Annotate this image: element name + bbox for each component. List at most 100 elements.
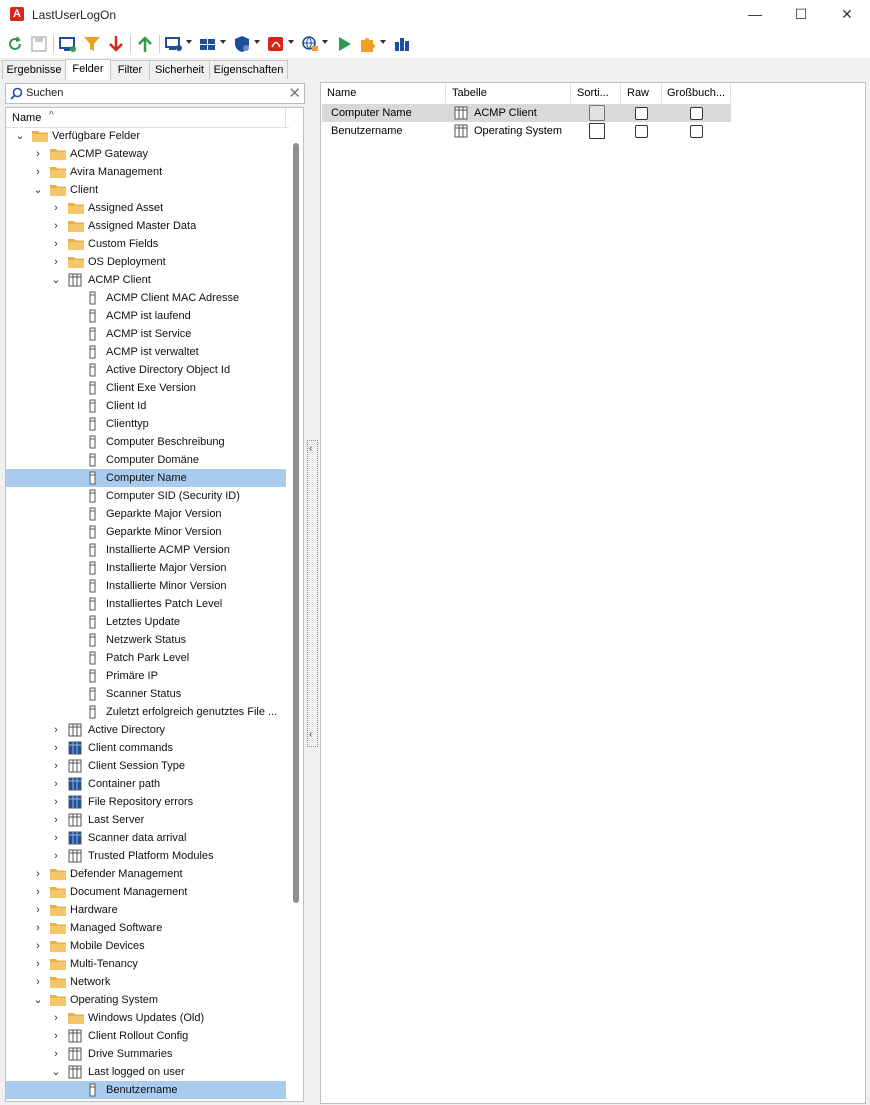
chevron-down-icon[interactable]: ⌄ [50,271,62,289]
sort-checkbox[interactable] [589,105,605,121]
uppercase-checkbox[interactable] [690,125,703,138]
tree-item[interactable]: Computer Beschreibung [6,433,286,451]
column-header-sortierung[interactable]: Sorti... [577,83,609,103]
tree-item[interactable]: ACMP Client MAC Adresse [6,289,286,307]
tree-item[interactable]: › ACMP Gateway [6,145,286,163]
tree-item[interactable]: › Last Server [6,811,286,829]
tree-item[interactable]: › File Repository errors [6,793,286,811]
tree-item[interactable]: ⌄ Client [6,181,286,199]
chevron-right-icon[interactable]: › [32,145,44,163]
filter-icon[interactable] [82,34,102,54]
chevron-right-icon[interactable]: › [32,919,44,937]
tree-item[interactable]: › OS Deployment [6,253,286,271]
tree-item[interactable]: Installierte ACMP Version [6,541,286,559]
chevron-right-icon[interactable]: › [50,1009,62,1027]
tree-item[interactable]: Installierte Minor Version [6,577,286,595]
tree-item[interactable]: › Windows Updates (Old) [6,1009,286,1027]
tree-item[interactable]: Installiertes Patch Level [6,595,286,613]
maximize-button[interactable]: ☐ [778,0,824,30]
tree-item[interactable]: ⌄ Last logged on user [6,1063,286,1081]
chevron-right-icon[interactable]: › [32,883,44,901]
tree-item[interactable]: Computer Name [6,469,286,487]
collapse-left-icon[interactable]: ‹ [309,443,312,454]
tree-item[interactable]: › Active Directory [6,721,286,739]
tree-item[interactable]: › Client Rollout Config [6,1027,286,1045]
tree-item[interactable]: Computer Domäne [6,451,286,469]
shield-icon[interactable] [232,34,252,54]
chevron-right-icon[interactable]: › [32,955,44,973]
tree-item[interactable]: Zuletzt erfolgreich genutztes File ... [6,703,286,721]
tree-column-header[interactable]: Name ^ [6,108,303,128]
tree-item[interactable]: › Assigned Asset [6,199,286,217]
chevron-right-icon[interactable]: › [50,1027,62,1045]
dropdown-arrow-icon[interactable] [220,40,226,44]
tree-item[interactable]: › Avira Management [6,163,286,181]
raw-checkbox[interactable] [635,107,648,120]
dropdown-arrow-icon[interactable] [254,40,260,44]
clear-search-icon[interactable]: ✕ [288,86,301,101]
tree-scrollbar-thumb[interactable] [293,143,299,903]
chevron-right-icon[interactable]: › [32,901,44,919]
column-header-raw[interactable]: Raw [627,83,649,103]
uppercase-checkbox[interactable] [690,107,703,120]
dropdown-arrow-icon[interactable] [380,40,386,44]
acrobat-icon[interactable] [266,34,286,54]
column-header-grossbuchstaben[interactable]: Großbuch... [667,83,725,103]
tree-item[interactable]: Clienttyp [6,415,286,433]
tree-item[interactable]: › Client Session Type [6,757,286,775]
chevron-right-icon[interactable]: › [50,793,62,811]
tree-item[interactable]: Letztes Update [6,613,286,631]
chevron-right-icon[interactable]: › [32,865,44,883]
tree-item[interactable]: Client Exe Version [6,379,286,397]
tree-item[interactable]: › Managed Software [6,919,286,937]
tree-item[interactable]: › Client commands [6,739,286,757]
tree-item[interactable]: › Mobile Devices [6,937,286,955]
tab-eigenschaften[interactable]: Eigenschaften [209,60,288,79]
chevron-right-icon[interactable]: › [50,217,62,235]
panel-splitter[interactable]: ‹ ‹ [307,440,318,747]
tree-item[interactable]: ACMP ist laufend [6,307,286,325]
tree-item[interactable]: › Network [6,973,286,991]
display-settings-icon[interactable] [164,34,184,54]
sort-checkbox[interactable] [589,123,605,139]
chevron-right-icon[interactable]: › [50,739,62,757]
close-button[interactable]: ✕ [824,0,870,30]
tree-item[interactable]: ACMP ist verwaltet [6,343,286,361]
minimize-button[interactable]: — [732,0,778,30]
arrow-down-icon[interactable] [106,34,126,54]
chevron-down-icon[interactable]: ⌄ [14,127,26,145]
tree-item[interactable]: › Container path [6,775,286,793]
tree-item[interactable]: › Assigned Master Data [6,217,286,235]
tree-item[interactable]: › Custom Fields [6,235,286,253]
tree-item[interactable]: › Multi-Tenancy [6,955,286,973]
column-header-name[interactable]: Name [327,83,356,103]
tree-item[interactable]: ⌄ Verfügbare Felder [6,127,286,145]
tab-felder[interactable]: Felder [65,59,111,80]
chevron-right-icon[interactable]: › [50,253,62,271]
globe-icon[interactable] [300,34,320,54]
tree-item[interactable]: Netzwerk Status [6,631,286,649]
tree-item[interactable]: Client Id [6,397,286,415]
chevron-right-icon[interactable]: › [32,937,44,955]
tree-item[interactable]: ⌄ ACMP Client [6,271,286,289]
raw-checkbox[interactable] [635,125,648,138]
arrow-up-icon[interactable] [135,34,155,54]
tree-item[interactable]: ACMP ist Service [6,325,286,343]
dropdown-arrow-icon[interactable] [288,40,294,44]
tree-item[interactable]: › Trusted Platform Modules [6,847,286,865]
grid-row[interactable]: Benutzername Operating System [322,122,731,140]
grid-row[interactable]: Computer Name ACMP Client [322,104,731,122]
dropdown-arrow-icon[interactable] [322,40,328,44]
tree-item[interactable]: Benutzername [6,1081,286,1099]
monitor-icon[interactable] [58,34,78,54]
tree-item[interactable]: › Drive Summaries [6,1045,286,1063]
tree-item[interactable]: Scanner Status [6,685,286,703]
puzzle-icon[interactable] [358,34,378,54]
chevron-right-icon[interactable]: › [50,235,62,253]
tree-item[interactable]: Installierte Major Version [6,559,286,577]
tree-item[interactable]: Computer SID (Security ID) [6,487,286,505]
grid-icon[interactable] [198,34,218,54]
chevron-right-icon[interactable]: › [32,973,44,991]
column-header-tabelle[interactable]: Tabelle [452,83,487,103]
tree-item[interactable]: › Document Management [6,883,286,901]
